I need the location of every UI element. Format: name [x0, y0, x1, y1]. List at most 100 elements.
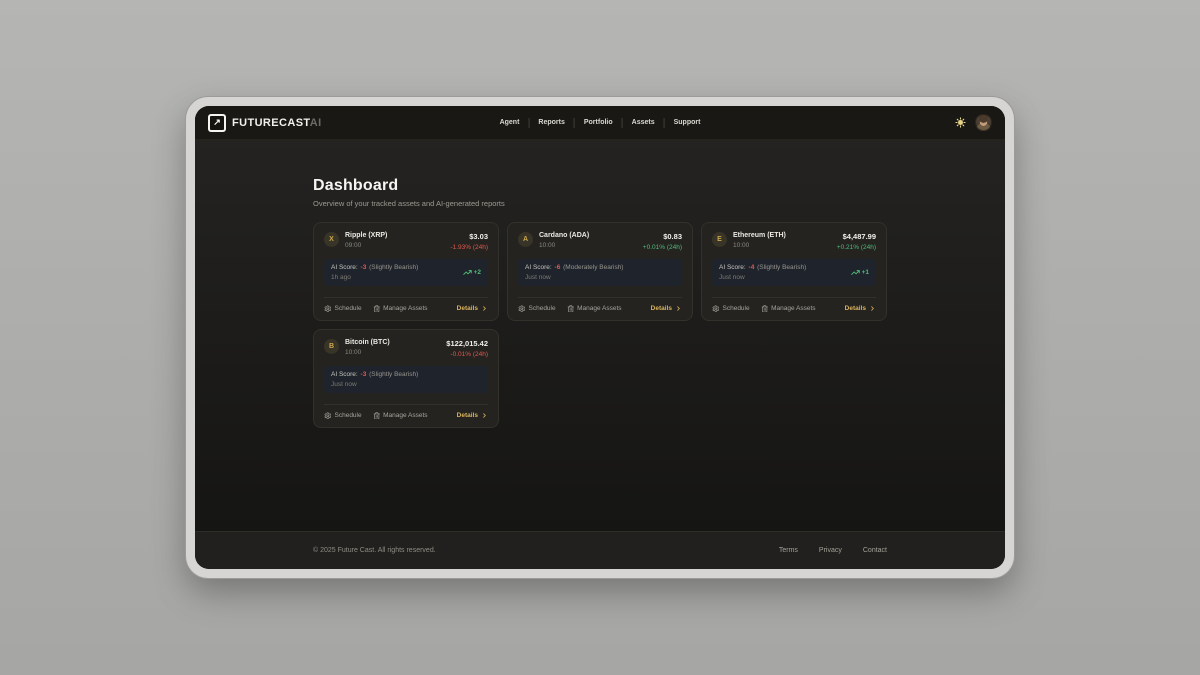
- price-change: -0.01% (24h): [446, 351, 488, 358]
- price-block: $4,487.99 +0.21% (24h): [837, 232, 876, 251]
- trash-icon: [373, 412, 381, 420]
- ai-sentiment: (Slightly Bearish): [369, 371, 418, 378]
- details-label: Details: [457, 412, 478, 419]
- manage-assets-button[interactable]: Manage Assets: [761, 305, 816, 313]
- coin-meta: Ethereum (ETH) 10:00: [733, 232, 786, 249]
- schedule-button[interactable]: Schedule: [712, 305, 750, 313]
- details-button[interactable]: Details: [651, 305, 682, 312]
- coin-meta: Bitcoin (BTC) 10:00: [345, 339, 390, 356]
- futurecast-logo-icon: ↗: [208, 114, 226, 132]
- nav-link-agent[interactable]: Agent: [491, 119, 529, 126]
- trend-delta: +2: [474, 269, 481, 276]
- footer-link-privacy[interactable]: Privacy: [819, 547, 842, 554]
- asset-price: $4,487.99: [837, 232, 876, 241]
- ai-score-label: AI Score:: [719, 264, 746, 271]
- ai-score-text: AI Score: -6 (Moderately Bearish) Just n…: [525, 264, 623, 281]
- coin-symbol-badge: E: [712, 232, 727, 247]
- gear-icon: [324, 412, 332, 420]
- card-header: B Bitcoin (BTC) 10:00 $122,015.42 -0.01%…: [314, 330, 498, 365]
- coin-symbol-badge: B: [324, 339, 339, 354]
- gear-icon: [518, 305, 526, 313]
- asset-price: $0.83: [643, 232, 682, 241]
- chevron-right-icon: [675, 305, 682, 312]
- footer-link-contact[interactable]: Contact: [863, 547, 887, 554]
- main-content: Dashboard Overview of your tracked asset…: [195, 140, 1005, 531]
- ai-sentiment: (Slightly Bearish): [757, 264, 806, 271]
- manage-assets-label: Manage Assets: [383, 412, 427, 419]
- ai-score-panel: AI Score: -3 (Slightly Bearish) 1h ago +…: [324, 259, 488, 286]
- asset-card: A Cardano (ADA) 10:00 $0.83 +0.01% (24h)…: [507, 222, 693, 321]
- schedule-button[interactable]: Schedule: [518, 305, 556, 313]
- nav-link-support[interactable]: Support: [665, 119, 710, 126]
- price-block: $0.83 +0.01% (24h): [643, 232, 682, 251]
- details-button[interactable]: Details: [457, 305, 488, 312]
- coin-meta: Cardano (ADA) 10:00: [539, 232, 589, 249]
- brand-suffix: AI: [310, 117, 322, 129]
- report-time: 10:00: [733, 242, 786, 249]
- gear-icon: [324, 305, 332, 313]
- asset-cards-grid: X Ripple (XRP) 09:00 $3.03 -1.93% (24h) …: [313, 222, 887, 428]
- top-navigation-bar: ↗ FUTURECASTAI Agent Reports Portfolio A…: [195, 106, 1005, 140]
- trend-indicator: +2: [463, 268, 481, 277]
- ai-score-panel: AI Score: -3 (Slightly Bearish) Just now: [324, 366, 488, 393]
- manage-assets-label: Manage Assets: [383, 305, 427, 312]
- ai-updated-time: Just now: [719, 274, 806, 281]
- card-actions: Schedule Manage Assets Details: [712, 297, 876, 321]
- schedule-button[interactable]: Schedule: [324, 305, 362, 313]
- ai-updated-time: Just now: [525, 274, 623, 281]
- nav-link-reports[interactable]: Reports: [529, 119, 573, 126]
- chevron-right-icon: [481, 305, 488, 312]
- main-nav: Agent Reports Portfolio Assets Support: [491, 106, 710, 139]
- manage-assets-button[interactable]: Manage Assets: [567, 305, 622, 313]
- schedule-button[interactable]: Schedule: [324, 412, 362, 420]
- price-change: +0.01% (24h): [643, 244, 682, 251]
- coin-name: Ripple (XRP): [345, 232, 387, 239]
- trending-up-icon: [463, 268, 472, 277]
- ai-score-text: AI Score: -3 (Slightly Bearish) Just now: [331, 371, 418, 388]
- manage-assets-button[interactable]: Manage Assets: [373, 412, 428, 420]
- footer-link-terms[interactable]: Terms: [779, 547, 798, 554]
- coin-name: Bitcoin (BTC): [345, 339, 390, 346]
- trash-icon: [567, 305, 575, 313]
- asset-card: E Ethereum (ETH) 10:00 $4,487.99 +0.21% …: [701, 222, 887, 321]
- manage-assets-button[interactable]: Manage Assets: [373, 305, 428, 313]
- details-button[interactable]: Details: [845, 305, 876, 312]
- price-change: -1.93% (24h): [450, 244, 488, 251]
- brand-name: FUTURECASTAI: [232, 117, 322, 129]
- nav-link-portfolio[interactable]: Portfolio: [575, 119, 622, 126]
- details-label: Details: [845, 305, 866, 312]
- schedule-label: Schedule: [335, 412, 362, 419]
- card-header: E Ethereum (ETH) 10:00 $4,487.99 +0.21% …: [702, 223, 886, 258]
- report-time: 10:00: [539, 242, 589, 249]
- card-header: X Ripple (XRP) 09:00 $3.03 -1.93% (24h): [314, 223, 498, 258]
- report-time: 09:00: [345, 242, 387, 249]
- asset-price: $3.03: [450, 232, 488, 241]
- user-avatar[interactable]: [975, 114, 992, 131]
- schedule-label: Schedule: [529, 305, 556, 312]
- copyright-text: © 2025 Future Cast. All rights reserved.: [313, 547, 436, 554]
- nav-link-assets[interactable]: Assets: [623, 119, 664, 126]
- brand-logo: ↗ FUTURECASTAI: [208, 114, 322, 132]
- asset-card: X Ripple (XRP) 09:00 $3.03 -1.93% (24h) …: [313, 222, 499, 321]
- coin-meta: Ripple (XRP) 09:00: [345, 232, 387, 249]
- app-screen: ↗ FUTURECASTAI Agent Reports Portfolio A…: [195, 106, 1005, 569]
- card-header: A Cardano (ADA) 10:00 $0.83 +0.01% (24h): [508, 223, 692, 258]
- ai-score-panel: AI Score: -4 (Slightly Bearish) Just now…: [712, 259, 876, 286]
- card-actions: Schedule Manage Assets Details: [324, 297, 488, 321]
- desktop-background: { "brand": { "name": "FUTURECAST", "suff…: [0, 0, 1200, 675]
- schedule-label: Schedule: [335, 305, 362, 312]
- asset-price: $122,015.42: [446, 339, 488, 348]
- price-block: $122,015.42 -0.01% (24h): [446, 339, 488, 358]
- details-label: Details: [457, 305, 478, 312]
- theme-toggle-sun-icon[interactable]: [955, 117, 966, 128]
- ai-updated-time: Just now: [331, 381, 418, 388]
- page-footer: © 2025 Future Cast. All rights reserved.…: [195, 531, 1005, 569]
- trend-delta: +1: [862, 269, 869, 276]
- ai-score-label: AI Score:: [331, 371, 358, 378]
- ai-sentiment: (Slightly Bearish): [369, 264, 418, 271]
- price-block: $3.03 -1.93% (24h): [450, 232, 488, 251]
- asset-card: B Bitcoin (BTC) 10:00 $122,015.42 -0.01%…: [313, 329, 499, 428]
- details-button[interactable]: Details: [457, 412, 488, 419]
- manage-assets-label: Manage Assets: [771, 305, 815, 312]
- ai-score-panel: AI Score: -6 (Moderately Bearish) Just n…: [518, 259, 682, 286]
